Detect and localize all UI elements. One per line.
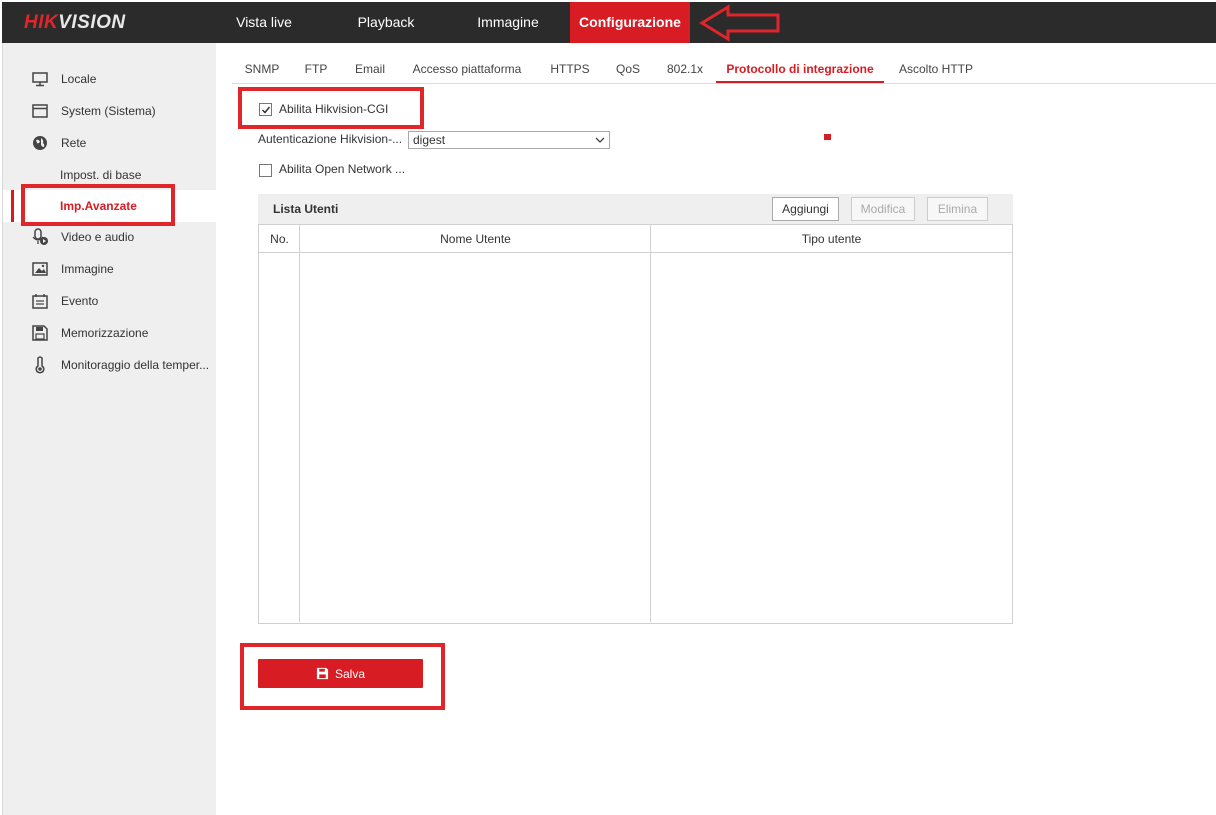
column-header-no: No. xyxy=(259,224,300,253)
logo-white-part: VISION xyxy=(58,12,126,33)
sidebar-item-label: System (Sistema) xyxy=(61,104,156,118)
sidebar-item-rete[interactable]: Rete xyxy=(3,127,217,159)
nav-immagine[interactable]: Immagine xyxy=(462,2,554,43)
sidebar-item-evento[interactable]: Evento xyxy=(3,285,217,317)
monitor-icon xyxy=(32,72,48,87)
sidebar-item-label: Memorizzazione xyxy=(61,326,149,340)
auth-select-value: digest xyxy=(413,133,446,147)
column-header-nome-utente: Nome Utente xyxy=(300,224,651,253)
globe-icon xyxy=(33,136,47,150)
sidebar-item-label: Imp.Avanzate xyxy=(60,199,137,213)
column-divider xyxy=(299,224,300,622)
sidebar-item-label: Rete xyxy=(61,136,87,150)
chevron-down-icon xyxy=(595,137,605,143)
sidebar-item-label: Video e audio xyxy=(61,230,135,244)
sidebar-item-impost-di-base[interactable]: Impost. di base xyxy=(3,159,217,191)
auth-select[interactable]: digest xyxy=(408,131,610,149)
sidebar-item-immagine[interactable]: Immagine xyxy=(3,253,217,285)
enable-open-network-label: Abilita Open Network ... xyxy=(279,162,406,176)
column-header-tipo-utente: Tipo utente xyxy=(651,224,1012,253)
sidebar-item-label: Impost. di base xyxy=(60,168,142,182)
active-indicator xyxy=(11,190,14,222)
enable-open-network-checkbox[interactable] xyxy=(259,164,272,177)
calendar-icon xyxy=(32,294,48,309)
image-icon xyxy=(32,262,48,276)
tab-qos[interactable]: QoS xyxy=(610,56,646,83)
nav-configurazione[interactable]: Configurazione xyxy=(570,2,690,43)
thermometer-icon xyxy=(35,356,45,374)
sidebar-item-label: Immagine xyxy=(61,262,114,276)
tab-bar: SNMP FTP Email Accesso piattaforma HTTPS… xyxy=(232,56,1216,84)
sidebar-item-label: Locale xyxy=(61,72,97,86)
sidebar-item-monitoraggio-temperatura[interactable]: Monitoraggio della temper... xyxy=(3,349,217,381)
tab-accesso-piattaforma[interactable]: Accesso piattaforma xyxy=(406,56,528,83)
tab-protocollo-integrazione[interactable]: Protocollo di integrazione xyxy=(716,56,884,83)
annotation-arrow-icon xyxy=(699,4,780,42)
edit-button[interactable]: Modifica xyxy=(851,197,915,221)
save-button[interactable]: Salva xyxy=(258,659,423,688)
sidebar-item-imp-avanzate[interactable]: Imp.Avanzate xyxy=(3,190,217,222)
sidebar-item-label: Evento xyxy=(61,294,99,308)
sidebar-item-video-audio[interactable]: Video e audio xyxy=(3,221,217,253)
sidebar-item-label: Monitoraggio della temper... xyxy=(61,358,210,372)
sidebar-item-locale[interactable]: Locale xyxy=(3,63,217,95)
save-disk-icon xyxy=(32,325,48,341)
top-navigation-bar: HIKVISION Vista live Playback Immagine C… xyxy=(2,2,1216,43)
save-icon xyxy=(316,667,329,680)
tab-email[interactable]: Email xyxy=(346,56,394,83)
tab-https[interactable]: HTTPS xyxy=(542,56,598,83)
enable-cgi-checkbox[interactable] xyxy=(259,103,272,116)
check-icon xyxy=(261,106,271,114)
sidebar: Locale System (Sistema) Rete Impost. di … xyxy=(2,43,217,815)
sidebar-item-memorizzazione[interactable]: Memorizzazione xyxy=(3,317,217,349)
logo-red-part: HIK xyxy=(24,12,59,33)
window-icon xyxy=(32,104,48,118)
tab-ftp[interactable]: FTP xyxy=(298,56,334,83)
auth-label: Autenticazione Hikvision-... xyxy=(258,132,403,146)
user-table: No. Nome Utente Tipo utente xyxy=(258,224,1013,624)
tab-8021x[interactable]: 802.1x xyxy=(658,56,712,83)
tab-snmp[interactable]: SNMP xyxy=(236,56,288,83)
user-list-header: Lista Utenti Aggiungi Modifica Elimina xyxy=(258,194,1013,224)
tab-ascolto-http[interactable]: Ascolto HTTP xyxy=(892,56,980,83)
microphone-icon xyxy=(32,228,48,245)
nav-vista-live[interactable]: Vista live xyxy=(218,2,310,43)
delete-button[interactable]: Elimina xyxy=(927,197,988,221)
marker-dot xyxy=(824,134,831,140)
add-button[interactable]: Aggiungi xyxy=(772,197,839,221)
save-button-label: Salva xyxy=(334,666,366,681)
sidebar-item-system[interactable]: System (Sistema) xyxy=(3,95,217,127)
enable-cgi-label: Abilita Hikvision-CGI xyxy=(279,102,389,116)
nav-playback[interactable]: Playback xyxy=(338,2,434,43)
user-list-title: Lista Utenti xyxy=(273,202,339,216)
column-divider xyxy=(650,224,651,622)
hikvision-logo: HIKVISION xyxy=(24,12,126,34)
